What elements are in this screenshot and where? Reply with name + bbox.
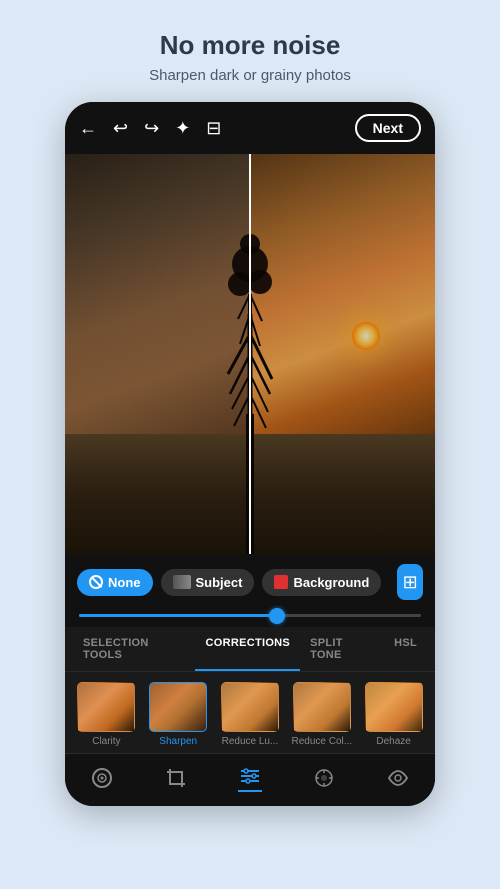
subject-label: Subject <box>196 575 243 590</box>
thumb-label-sharpen: Sharpen <box>159 736 197 747</box>
nav-camera[interactable] <box>90 766 114 790</box>
compare-slider[interactable] <box>79 614 421 617</box>
tab-split-tone[interactable]: SPLIT TONE <box>300 627 384 671</box>
compare-icon[interactable]: ⊟ <box>206 119 221 137</box>
slider-fill <box>79 614 277 617</box>
thumb-reduce-lu[interactable]: Reduce Lu... <box>217 682 284 747</box>
page-title: No more noise <box>149 30 351 61</box>
thumb-reduce-col[interactable]: Reduce Col... <box>288 682 355 747</box>
thumb-sharpen[interactable]: Sharpen <box>145 682 212 747</box>
layers-icon: ⊞ <box>403 572 418 593</box>
background-icon <box>274 575 288 589</box>
thumb-label-clarity: Clarity <box>92 736 120 747</box>
thumb-label-reduce-lu: Reduce Lu... <box>222 736 279 747</box>
magic-icon[interactable]: ✦ <box>175 119 190 137</box>
subject-icon <box>173 575 191 589</box>
toolbar: ← ↩ ↪ ✦ ⊟ Next <box>65 102 435 154</box>
slider-thumb[interactable] <box>269 608 285 624</box>
tab-hsl[interactable]: HSL <box>384 627 427 671</box>
none-icon <box>89 575 103 589</box>
thumb-img-clarity <box>77 682 135 732</box>
page-subtitle: Sharpen dark or grainy photos <box>149 67 351 84</box>
sun-element <box>352 322 380 350</box>
thumb-label-reduce-col: Reduce Col... <box>291 736 352 747</box>
nav-crop[interactable] <box>164 766 188 790</box>
next-button[interactable]: Next <box>355 114 421 142</box>
tab-corrections[interactable]: CORRECTIONS <box>195 627 300 671</box>
thumb-img-reduce-col <box>293 682 351 732</box>
thumbnails-row: Clarity Sharpen Reduce Lu... Reduce Col.… <box>65 672 435 753</box>
redo-icon[interactable]: ↪ <box>144 119 159 137</box>
undo-icon[interactable]: ↩ <box>113 119 128 137</box>
layers-button[interactable]: ⊞ <box>397 564 423 600</box>
tabs-row: SELECTION TOOLS CORRECTIONS SPLIT TONE H… <box>65 627 435 672</box>
thumb-label-dehaze: Dehaze <box>376 736 410 747</box>
back-icon[interactable]: ← <box>79 119 97 137</box>
slider-row <box>65 610 435 627</box>
bottom-nav <box>65 753 435 806</box>
nav-adjustments[interactable] <box>238 764 262 792</box>
subject-pill[interactable]: Subject <box>161 569 255 596</box>
thumb-img-reduce-lu <box>221 682 279 732</box>
none-label: None <box>108 575 141 590</box>
background-label: Background <box>293 575 369 590</box>
divider-line[interactable] <box>249 154 251 554</box>
thumb-dehaze[interactable]: Dehaze <box>360 682 427 747</box>
background-pill[interactable]: Background <box>262 569 381 596</box>
tab-selection-tools[interactable]: SELECTION TOOLS <box>73 627 195 671</box>
thumb-img-sharpen <box>149 682 207 732</box>
thumb-clarity[interactable]: Clarity <box>73 682 140 747</box>
phone-frame: ← ↩ ↪ ✦ ⊟ Next <box>65 102 435 806</box>
photo-comparison <box>65 154 435 554</box>
nav-healing[interactable] <box>312 766 336 790</box>
none-pill[interactable]: None <box>77 569 153 596</box>
nav-eye[interactable] <box>386 766 410 790</box>
selection-bar: None Subject Background ⊞ <box>65 554 435 610</box>
thumb-img-dehaze <box>365 682 423 732</box>
